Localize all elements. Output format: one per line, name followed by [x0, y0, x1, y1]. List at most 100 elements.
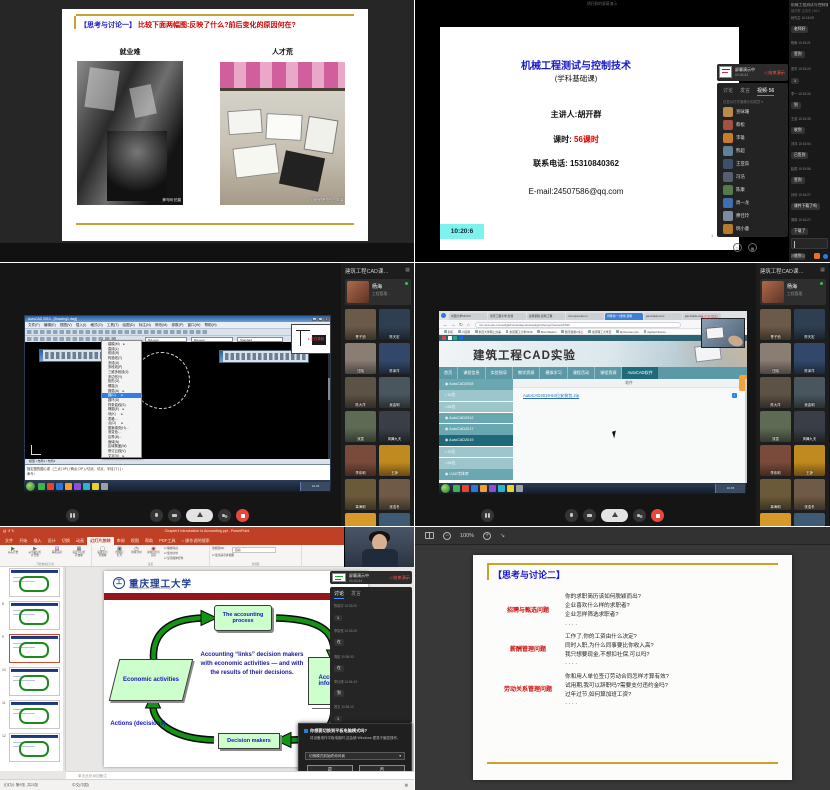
- side-menu-item[interactable]: ◉ AutoCAD2019: [439, 435, 513, 446]
- nav-item[interactable]: AutoCAD软件: [622, 367, 657, 379]
- ribbon-tab[interactable]: 文件: [2, 537, 16, 545]
- system-tray-clock[interactable]: 10:45: [715, 484, 745, 493]
- participant-tile[interactable]: 汪晓: [760, 343, 791, 374]
- menu-item[interactable]: 格式(O): [90, 323, 102, 328]
- page-scrollbar[interactable]: [745, 379, 747, 483]
- participant-tile[interactable]: 陈大洋: [760, 377, 791, 408]
- slide-thumbnail-row[interactable]: [0, 567, 65, 600]
- member-row[interactable]: 王亚茹: [717, 157, 788, 170]
- participant-tile[interactable]: 双霞: [760, 411, 791, 442]
- slide-thumbnail[interactable]: [9, 568, 60, 597]
- featured-participant[interactable]: 杨海 工程管理…: [345, 279, 411, 305]
- end-share-button[interactable]: ◁ 结束演示: [389, 575, 410, 581]
- camera-button[interactable]: [168, 509, 181, 522]
- menu-item[interactable]: 工具(T): [107, 323, 119, 328]
- minimize-button[interactable]: —: [312, 317, 317, 321]
- end-share-button[interactable]: ◁ 结束演示: [764, 70, 785, 76]
- member-row[interactable]: 陈康: [717, 183, 788, 196]
- ribbon-tab[interactable]: PDF工具: [156, 537, 178, 545]
- taskbar-app-icon[interactable]: [462, 485, 469, 492]
- notes-placeholder[interactable]: 单击此处添加备注: [66, 771, 414, 779]
- ribbon-button[interactable]: ▶ 从当前幻灯 片开始: [24, 545, 46, 558]
- taskbar-app-icon[interactable]: [47, 483, 54, 490]
- member-row[interactable]: 冯浩: [717, 170, 788, 183]
- participant-tile[interactable]: 张浩冬: [794, 479, 825, 510]
- participant-tile[interactable]: 吴金明: [379, 377, 410, 408]
- ribbon-button[interactable]: ◉ 录制幻灯片 演示: [145, 545, 162, 558]
- send-icon[interactable]: [823, 254, 828, 259]
- sidebar-toggle-icon[interactable]: [425, 532, 434, 539]
- webcam-overlay[interactable]: [701, 318, 745, 348]
- nav-item[interactable]: 模拟学习: [540, 367, 567, 379]
- bookmark-item[interactable]: 手机: [444, 330, 453, 334]
- participant-tile[interactable]: 汪晓: [345, 343, 376, 374]
- slide-thumbnail-row[interactable]: 10: [0, 666, 65, 699]
- back-icon[interactable]: ←: [443, 322, 448, 327]
- ribbon-button[interactable]: ▶ 从头开始: [2, 545, 24, 555]
- nav-item[interactable]: 课程信息: [458, 367, 485, 379]
- command-line[interactable]: 指定圆的圆心或 [三点(3P)/两点(2P)/切点、切点、半径(T)]: 命令:: [25, 464, 330, 480]
- close-button[interactable]: ×: [324, 317, 329, 321]
- taskbar-app-icon[interactable]: [453, 485, 460, 492]
- ribbon-button[interactable]: ▤ 联机演示: [46, 545, 68, 555]
- side-menu-item[interactable]: ◉ CAD字体库: [439, 469, 513, 480]
- participant-tile[interactable]: 陈泽洋: [794, 343, 825, 374]
- menu-item[interactable]: 参数(P): [171, 323, 183, 328]
- save-icon[interactable]: ▤: [3, 529, 6, 533]
- menu-item[interactable]: 插入(I): [76, 323, 87, 328]
- maximize-button[interactable]: ▢: [318, 317, 323, 321]
- panel-tab[interactable]: 讨论: [723, 87, 733, 96]
- member-row[interactable]: 蔡松: [717, 118, 788, 131]
- ribbon-tab[interactable]: 设计: [45, 537, 59, 545]
- side-menu-item[interactable]: • 32位: [439, 447, 513, 458]
- members-button[interactable]: [633, 509, 646, 522]
- taskbar-app-icon[interactable]: [56, 483, 63, 490]
- ribbon-tab[interactable]: 审阅: [114, 537, 128, 545]
- mic-button[interactable]: [150, 509, 163, 522]
- member-row[interactable]: 明小童: [717, 222, 788, 235]
- browser-tab[interactable]: 中国大学MOOC: [449, 313, 487, 320]
- ribbon-tab[interactable]: 幻灯片放映: [87, 537, 113, 545]
- drawing-canvas[interactable]: [25, 342, 330, 461]
- menu-item[interactable]: 文件(F): [28, 323, 40, 328]
- taskbar-app-icon[interactable]: [92, 483, 99, 490]
- taskbar-app-icon[interactable]: [38, 483, 45, 490]
- ribbon-tab[interactable]: 切换: [59, 537, 73, 545]
- zoom-out-icon[interactable]: −: [443, 532, 451, 540]
- start-button[interactable]: [26, 482, 35, 491]
- address-bar[interactable]: mic.cqut.edu.cn/meol/jpk/course/layout/n…: [475, 322, 681, 328]
- layout-toggle-icon[interactable]: ▦: [820, 267, 825, 273]
- participant-tile[interactable]: 王静: [794, 445, 825, 476]
- participant-tile[interactable]: 王成武: [794, 513, 825, 526]
- toolbar-grip[interactable]: [220, 351, 223, 362]
- download-link[interactable]: AutoCAD2019-64位安装包.zip: [523, 393, 579, 399]
- panel-tab[interactable]: 发言: [740, 87, 750, 96]
- participant-tile[interactable]: 张浩冬: [379, 479, 410, 510]
- panel-scrollbar[interactable]: [63, 567, 65, 771]
- fit-screen-icon[interactable]: ↘: [500, 532, 505, 539]
- undo-icon[interactable]: ↺: [7, 529, 10, 533]
- bookmark-item[interactable]: 重庆理工大学百: [588, 330, 611, 334]
- rotate-view-button[interactable]: ↻: [733, 243, 742, 252]
- participant-tile[interactable]: 玉轩: [760, 513, 791, 526]
- menu-item[interactable]: 标注(N): [139, 323, 151, 328]
- toolbar-icons[interactable]: [225, 353, 306, 360]
- taskbar-app-icon[interactable]: [65, 483, 72, 490]
- pause-button[interactable]: [481, 509, 494, 522]
- ribbon-tab[interactable]: ○ 操作说明搜索: [179, 537, 213, 545]
- layout-toggle-icon[interactable]: ▦: [405, 267, 410, 273]
- canvas-scrollbar[interactable]: [328, 342, 331, 461]
- member-row[interactable]: 宣咏珊: [717, 105, 788, 118]
- participant-tile[interactable]: 李伟明: [760, 445, 791, 476]
- participant-tile[interactable]: 陈泽洋: [379, 343, 410, 374]
- side-menu-item[interactable]: • 32位: [439, 390, 513, 401]
- bookmark-item[interactable]: Applied Scienc: [644, 330, 666, 334]
- slide-thumbnail[interactable]: [9, 733, 60, 762]
- stop-record-button[interactable]: [651, 509, 664, 522]
- nav-item[interactable]: 教学资源: [513, 367, 540, 379]
- chat-tab[interactable]: 发言: [351, 590, 361, 599]
- share-screen-button[interactable]: [601, 509, 628, 522]
- participant-tile[interactable]: 风舞九天: [794, 411, 825, 442]
- node-decision-makers[interactable]: Decision makers: [218, 733, 280, 749]
- refresh-icon[interactable]: ↻: [459, 322, 463, 328]
